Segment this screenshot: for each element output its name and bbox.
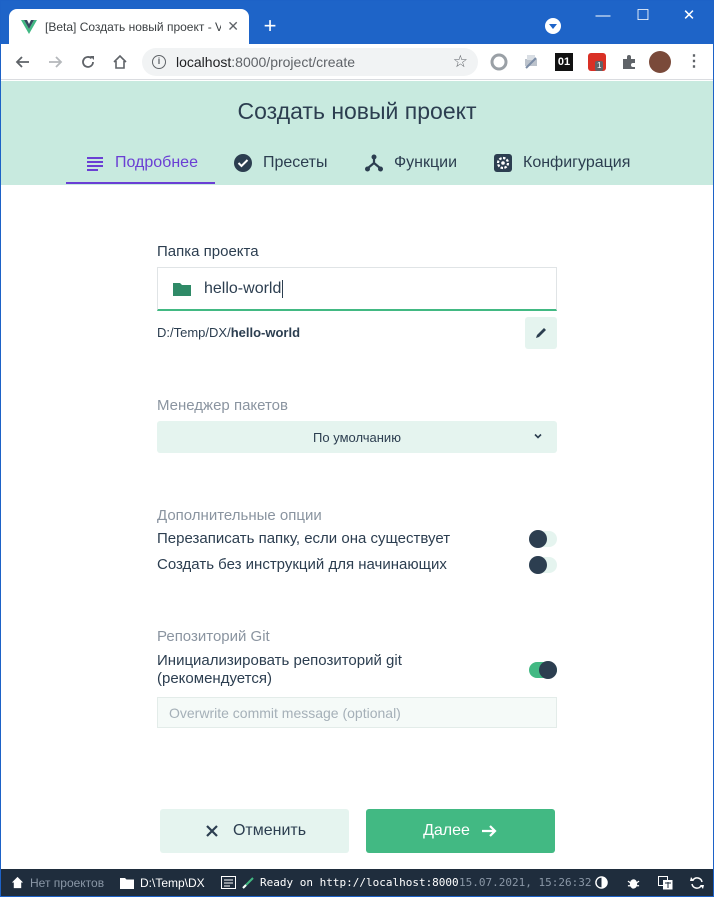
toggle-knob [539, 661, 557, 679]
package-manager-label: Менеджер пакетов [157, 397, 288, 414]
no-projects-label: Нет проектов [30, 875, 105, 890]
dark-mode-icon[interactable] [595, 869, 614, 896]
extension-01-icon[interactable]: 01 [555, 53, 573, 71]
url-host: localhost [176, 54, 232, 70]
translate-icon[interactable] [658, 869, 679, 896]
cwd-label: D:\Temp\DX [140, 875, 205, 890]
site-info-icon[interactable]: i [152, 55, 166, 69]
tab-features[interactable]: Функции [364, 149, 457, 185]
tab-title: [Beta] Создать новый проект - Vue CLI [45, 19, 222, 34]
log-message: Ready on http://localhost:8000 [260, 876, 459, 889]
fork-icon [365, 154, 383, 172]
tab-details[interactable]: Подробнее [85, 149, 198, 185]
projects-button[interactable]: Нет проектов [11, 869, 104, 896]
tab-search-icon[interactable] [545, 18, 561, 34]
close-icon [206, 825, 218, 837]
bug-report-icon[interactable] [627, 869, 646, 896]
folder-icon [120, 877, 134, 889]
check-circle-icon [234, 154, 252, 172]
home-icon[interactable] [109, 51, 131, 73]
minimize-icon[interactable]: — [583, 5, 623, 27]
toggle-knob [529, 529, 547, 548]
status-datetime: 15.07.2021, 15:26:32 [459, 876, 592, 889]
tab-configuration-label: Конфигурация [523, 154, 631, 171]
git-init-label-line2: (рекомендуется) [157, 670, 272, 687]
tab-details-label: Подробнее [115, 154, 198, 171]
package-manager-select[interactable]: По умолчанию [157, 421, 557, 453]
arrow-right-icon [481, 825, 497, 837]
folder-input[interactable]: hello-world [157, 267, 557, 311]
browser-window: [Beta] Создать новый проект - Vue CLI ✕ … [1, 1, 713, 896]
pencil-icon [536, 328, 546, 338]
profile-avatar[interactable] [649, 51, 671, 73]
no-instructions-option: Создать без инструкций для начинающих [157, 555, 557, 574]
page-header: Создать новый проект Подробнее Пресеты Ф… [1, 81, 713, 185]
browser-menu-icon[interactable]: ⋮ [685, 53, 703, 71]
bookmark-star-icon[interactable]: ☆ [453, 52, 468, 72]
extensions-puzzle-icon[interactable] [620, 53, 638, 71]
cancel-label: Отменить [232, 822, 307, 839]
tab-strip: [Beta] Создать новый проект - Vue CLI ✕ … [1, 1, 713, 44]
refresh-icon[interactable] [690, 869, 710, 896]
no-instructions-toggle[interactable] [529, 555, 557, 574]
active-step-indicator [66, 182, 215, 184]
address-bar[interactable]: i localhost:8000/project/create ☆ [142, 48, 478, 76]
project-path: D:/Temp/DX/hello-world [157, 325, 300, 340]
extension-printer-icon[interactable] [522, 53, 540, 71]
folder-icon [173, 282, 191, 296]
extra-options-label: Дополнительные опции [157, 507, 322, 524]
vue-logo-icon [21, 19, 37, 34]
edit-path-button[interactable] [525, 317, 557, 349]
reload-icon[interactable] [77, 51, 99, 73]
maximize-icon[interactable]: ☐ [623, 5, 663, 27]
commit-message-input[interactable]: Overwrite commit message (optional) [157, 697, 557, 728]
home-icon [11, 876, 24, 889]
forward-icon[interactable] [44, 51, 66, 73]
extension-circle-icon[interactable] [490, 53, 508, 71]
text-caret [282, 279, 284, 298]
package-manager-value: По умолчанию [313, 429, 401, 445]
back-icon[interactable] [12, 51, 34, 73]
git-init-toggle[interactable] [529, 661, 557, 679]
chevron-down-icon [534, 433, 542, 439]
browser-toolbar: i localhost:8000/project/create ☆ 01 1 ⋮ [1, 44, 713, 80]
toggle-knob [529, 555, 547, 574]
git-section-label: Репозиторий Git [157, 628, 270, 645]
overwrite-label: Перезаписать папку, если она существует [157, 530, 451, 547]
page-title: Создать новый проект [237, 98, 477, 124]
tab-configuration[interactable]: Конфигурация [493, 149, 630, 185]
details-list-icon [87, 157, 103, 171]
browser-tab[interactable]: [Beta] Создать новый проект - Vue CLI ✕ [9, 9, 249, 44]
log-button[interactable]: Ready on http://localhost:8000 [221, 869, 459, 896]
git-init-option: Инициализировать репозиторий git (рекомен… [157, 652, 557, 688]
gear-icon [494, 154, 512, 172]
wizard-steps: Подробнее Пресеты Функции Конфигурация [1, 149, 713, 185]
close-window-icon[interactable]: ✕ [669, 5, 709, 27]
new-tab-button[interactable]: + [257, 13, 283, 39]
next-button[interactable]: Далее [366, 809, 555, 853]
cwd-button[interactable]: D:\Temp\DX [120, 869, 205, 896]
path-prefix: D:/Temp/DX/ [157, 325, 231, 340]
status-bar: Нет проектов D:\Temp\DX Ready on http://… [1, 869, 713, 896]
check-mark-icon [242, 876, 254, 889]
next-label: Далее [423, 822, 470, 839]
overwrite-option: Перезаписать папку, если она существует [157, 529, 557, 548]
cancel-button[interactable]: Отменить [160, 809, 349, 853]
console-icon [221, 876, 236, 889]
path-name: hello-world [230, 325, 301, 340]
git-init-label-block: Инициализировать репозиторий git (рекомен… [157, 652, 402, 688]
no-instructions-label: Создать без инструкций для начинающих [157, 556, 447, 573]
extension-badge: 1 [595, 61, 604, 71]
folder-label: Папка проекта [157, 243, 259, 260]
folder-input-value: hello-world [204, 279, 282, 297]
tab-presets[interactable]: Пресеты [233, 149, 328, 185]
url-path: :8000/project/create [231, 54, 356, 70]
tab-presets-label: Пресеты [263, 154, 328, 171]
extension-notification-icon[interactable]: 1 [588, 53, 606, 71]
git-init-label-line1: Инициализировать репозиторий git [157, 652, 402, 669]
tab-features-label: Функции [394, 154, 458, 171]
overwrite-toggle[interactable] [529, 529, 557, 548]
tab-close-icon[interactable]: ✕ [227, 18, 239, 35]
